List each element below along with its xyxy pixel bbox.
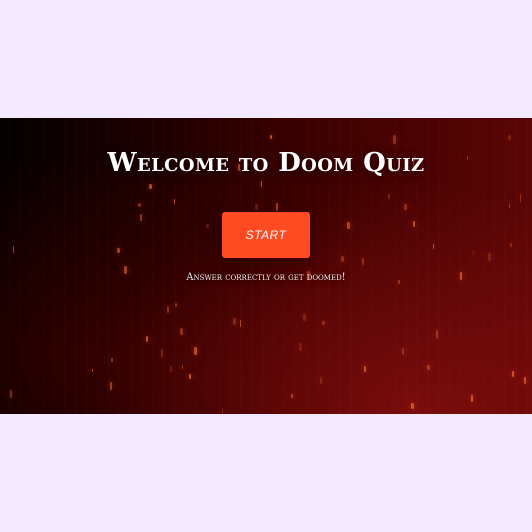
ember-particle: [347, 222, 350, 229]
ember-particle: [146, 336, 148, 342]
ember-particle: [194, 347, 198, 355]
ember-particle: [299, 343, 302, 352]
ember-particle: [92, 369, 94, 373]
ember-particle: [433, 244, 435, 250]
ember-particle: [10, 390, 13, 398]
ember-particle: [222, 408, 224, 414]
start-button[interactable]: START: [222, 212, 310, 258]
ember-particle: [427, 365, 430, 371]
ember-particle: [170, 366, 172, 372]
ember-particle: [276, 203, 279, 211]
ember-particle: [174, 199, 176, 204]
ember-particle: [411, 403, 414, 409]
ember-particle: [167, 306, 170, 313]
ember-particle: [117, 248, 120, 253]
ember-particle: [291, 394, 293, 398]
ember-particle: [161, 349, 164, 358]
ember-particle: [240, 320, 242, 328]
ember-particle: [471, 395, 473, 403]
ember-particle: [303, 314, 306, 321]
ember-particle: [364, 366, 366, 373]
ember-particle: [512, 371, 514, 378]
ember-particle: [402, 348, 404, 356]
ember-particle: [138, 203, 141, 207]
page: Welcome to Doom Quiz START Answer correc…: [0, 0, 532, 532]
ember-particle: [520, 194, 522, 202]
ember-particle: [473, 251, 475, 256]
ember-particle: [393, 135, 396, 144]
ember-particle: [182, 365, 184, 370]
ember-particle: [270, 135, 273, 139]
ember-particle: [404, 204, 407, 211]
ember-particle: [110, 382, 113, 391]
ember-particle: [180, 328, 184, 335]
ember-particle: [175, 303, 177, 308]
page-subtitle: Answer correctly or get doomed!: [186, 272, 346, 283]
ember-particle: [341, 256, 344, 263]
ember-particle: [189, 374, 191, 380]
page-title: Welcome to Doom Quiz: [107, 148, 425, 178]
ember-particle: [261, 181, 263, 187]
ember-particle: [255, 204, 258, 211]
ember-particle: [206, 224, 209, 229]
ember-particle: [436, 330, 438, 339]
ember-particle: [388, 194, 391, 200]
ember-particle: [488, 253, 491, 262]
ember-particle: [233, 318, 236, 325]
hero-banner: Welcome to Doom Quiz START Answer correc…: [0, 118, 532, 414]
ember-particle: [510, 243, 512, 247]
ember-particle: [140, 214, 142, 221]
ember-particle: [322, 321, 326, 325]
ember-particle: [13, 246, 15, 253]
ember-particle: [320, 377, 323, 385]
ember-particle: [413, 221, 416, 228]
ember-particle: [524, 377, 527, 384]
ember-particle: [362, 258, 365, 265]
ember-particle: [149, 184, 152, 190]
ember-particle: [509, 204, 511, 209]
ember-particle: [508, 135, 512, 140]
ember-particle: [111, 358, 114, 362]
